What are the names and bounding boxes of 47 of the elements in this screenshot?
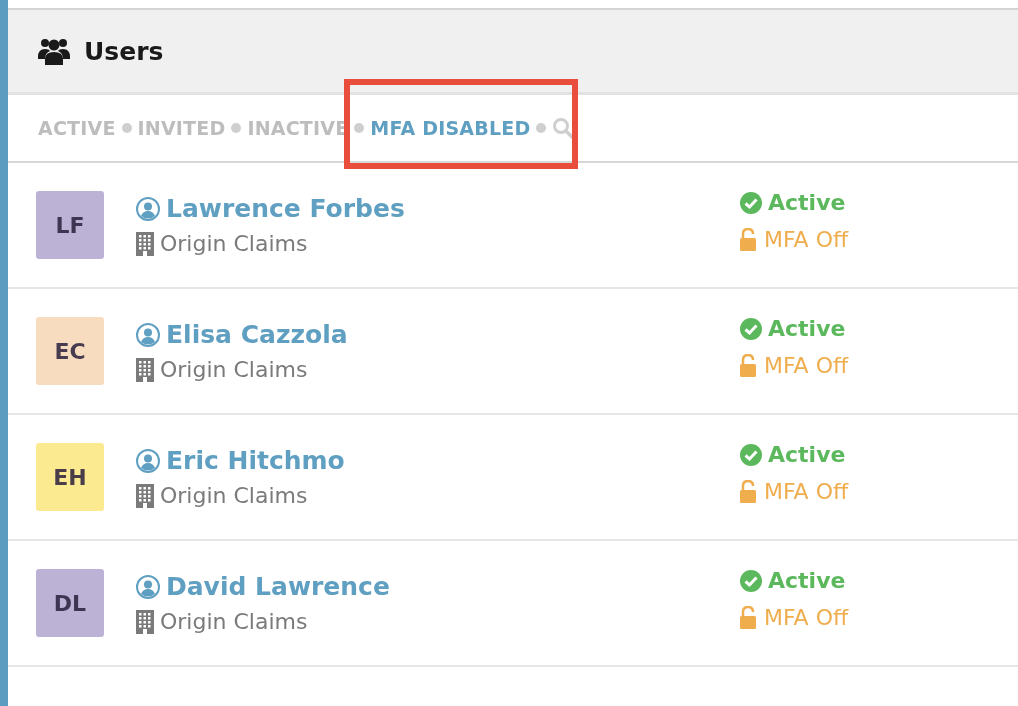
- avatar: LF: [36, 191, 104, 259]
- building-icon: [136, 609, 154, 634]
- user-icon: [136, 448, 160, 473]
- mfa-label: MFA Off: [764, 479, 849, 504]
- search-icon[interactable]: [552, 117, 575, 139]
- unlock-icon: [740, 605, 758, 630]
- user-icon: [136, 574, 160, 599]
- check-circle-icon: [740, 443, 762, 466]
- company-name: Origin Claims: [160, 357, 308, 382]
- building-icon: [136, 357, 154, 382]
- user-name[interactable]: Lawrence Forbes: [166, 194, 405, 223]
- mfa-label: MFA Off: [764, 605, 849, 630]
- filter-tab[interactable]: INVITED: [137, 117, 226, 139]
- avatar: EH: [36, 443, 104, 511]
- unlock-icon: [740, 479, 758, 504]
- company-name: Origin Claims: [160, 231, 308, 256]
- separator-dot: [536, 123, 547, 133]
- mfa-label: MFA Off: [764, 353, 849, 378]
- check-circle-icon: [740, 317, 762, 340]
- user-icon: [136, 322, 160, 347]
- avatar: EC: [36, 317, 104, 385]
- panel-title: Users: [84, 36, 164, 66]
- filter-tab[interactable]: ACTIVE: [38, 117, 116, 139]
- user-name[interactable]: Eric Hitchmo: [166, 446, 345, 475]
- mfa-label: MFA Off: [764, 227, 849, 252]
- filter-tab[interactable]: INACTIVE: [247, 117, 349, 139]
- filter-tab[interactable]: MFA DISABLED: [370, 117, 531, 139]
- user-name[interactable]: Elisa Cazzola: [166, 320, 348, 349]
- unlock-icon: [740, 353, 758, 378]
- check-circle-icon: [740, 191, 762, 214]
- building-icon: [136, 231, 154, 256]
- company-name: Origin Claims: [160, 609, 308, 634]
- unlock-icon: [740, 227, 758, 252]
- users-icon: [38, 37, 70, 65]
- avatar: DL: [36, 569, 104, 637]
- separator-dot: [121, 123, 132, 133]
- separator-dot: [231, 123, 242, 133]
- status-label: Active: [768, 568, 846, 593]
- company-name: Origin Claims: [160, 483, 308, 508]
- status-label: Active: [768, 316, 846, 341]
- user-icon: [136, 196, 160, 221]
- status-label: Active: [768, 442, 846, 467]
- check-circle-icon: [740, 569, 762, 592]
- building-icon: [136, 483, 154, 508]
- status-label: Active: [768, 190, 846, 215]
- separator-dot: [354, 123, 365, 133]
- user-name[interactable]: David Lawrence: [166, 572, 390, 601]
